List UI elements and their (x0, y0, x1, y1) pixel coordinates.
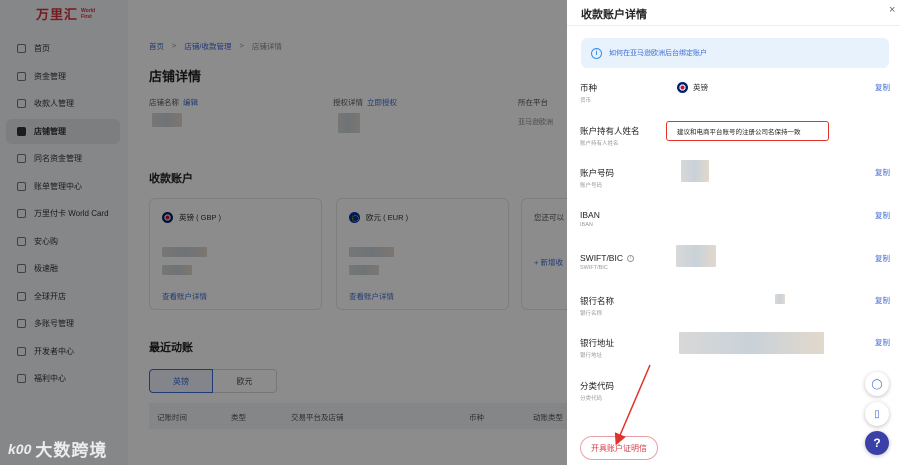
help-button[interactable]: ? (865, 431, 889, 455)
account-details-drawer: 收款账户详情 × i 如何在亚马逊欧洲后台绑定账户 币种 货币 英镑 复制 账户… (567, 0, 900, 465)
bank-name-redacted (775, 294, 785, 304)
binding-tip-banner[interactable]: i 如何在亚马逊欧洲后台绑定账户 (581, 38, 889, 68)
info-icon[interactable]: i (626, 254, 634, 262)
account-number-redacted (681, 160, 709, 182)
copy-bank-name-button[interactable]: 复制 (875, 295, 890, 306)
open-account-certificate-button[interactable]: 开具账户证明信 (580, 436, 658, 460)
copy-currency-button[interactable]: 复制 (875, 82, 890, 93)
close-icon[interactable]: × (889, 4, 895, 16)
watermark: k00 大数跨境 (8, 440, 108, 461)
uk-flag-icon (677, 82, 688, 93)
phone-icon[interactable]: ▯ (865, 402, 889, 426)
field-sort-code: 分类代码 分类代码 (580, 381, 615, 402)
info-icon: i (591, 47, 602, 59)
field-currency: 币种 货币 英镑 复制 (580, 82, 890, 104)
field-bank-name: 银行名称 银行名称 复制 (580, 295, 890, 317)
drawer-title: 收款账户详情 (581, 9, 647, 21)
copy-account-number-button[interactable]: 复制 (875, 167, 890, 178)
divider (567, 25, 900, 26)
field-swift: SWIFT/BIC i SWIFT/BIC 复制 (580, 253, 890, 271)
copy-bank-address-button[interactable]: 复制 (875, 337, 890, 348)
field-iban: IBAN IBAN 复制 (580, 210, 890, 228)
copy-swift-button[interactable]: 复制 (875, 253, 890, 264)
swift-redacted (676, 245, 716, 267)
account-holder-note-highlight: 建议和电商平台账号的注册公司名保持一致 (666, 121, 829, 141)
copy-iban-button[interactable]: 复制 (875, 210, 890, 221)
field-account-number: 账户号码 账户号码 复制 (580, 167, 890, 189)
modal-backdrop[interactable] (0, 0, 567, 465)
binding-tip-link[interactable]: 如何在亚马逊欧洲后台绑定账户 (609, 48, 707, 58)
lightbulb-icon[interactable]: ◯ (865, 372, 889, 396)
bank-address-redacted (679, 332, 824, 354)
currency-value: 英镑 (693, 83, 708, 92)
